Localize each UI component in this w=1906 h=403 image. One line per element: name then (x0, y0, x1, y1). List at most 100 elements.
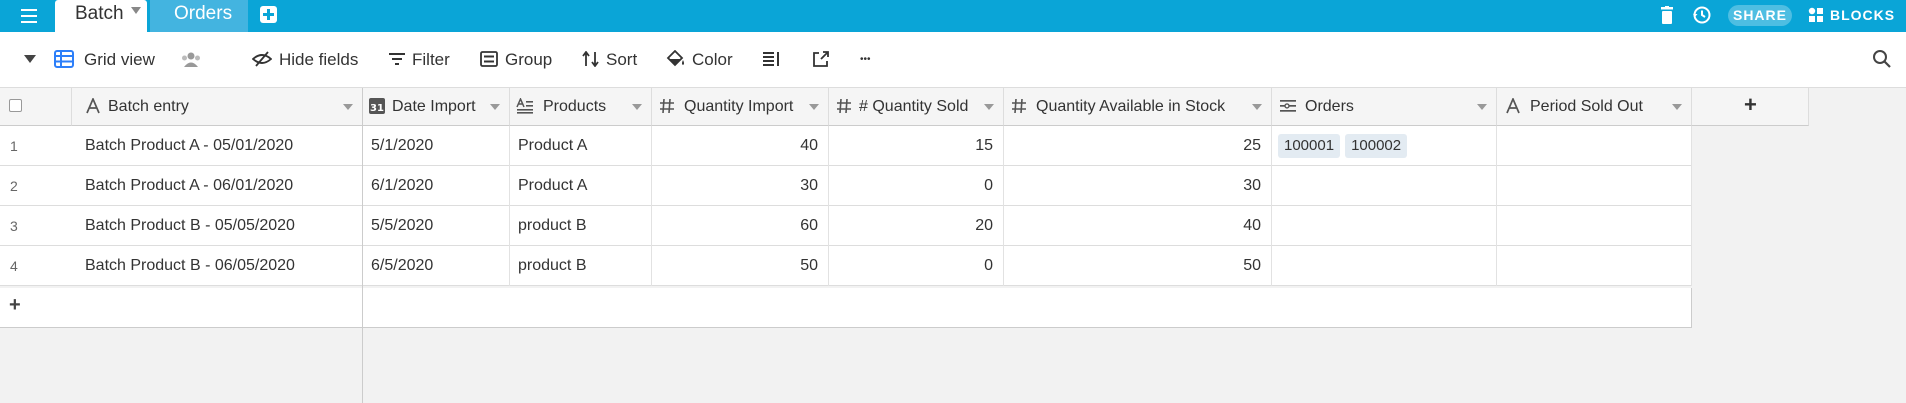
column-header-date-import[interactable]: 31 Date Import (363, 88, 510, 126)
add-record-row-fill[interactable] (363, 288, 1692, 328)
cell-date-import[interactable]: 6/1/2020 (363, 166, 510, 206)
cell-quantity-import[interactable]: 40 (652, 126, 829, 166)
cell-quantity-import[interactable]: 50 (652, 246, 829, 286)
sort-label: Sort (606, 50, 638, 69)
grid: Batch entry 31 Date Import Products Quan… (0, 88, 1906, 403)
collaborators-icon[interactable] (180, 49, 204, 71)
filter-label: Filter (412, 50, 450, 69)
cell-quantity-import[interactable]: 60 (652, 206, 829, 246)
cell-products[interactable]: product B (510, 246, 652, 286)
color-label: Color (692, 50, 733, 69)
more-options-label: ••• (860, 54, 871, 65)
chevron-down-icon[interactable] (1252, 104, 1262, 110)
cell-date-import[interactable]: 5/1/2020 (363, 126, 510, 166)
cell-quantity-sold[interactable]: 0 (829, 166, 1004, 206)
cell-quantity-available[interactable]: 25 (1004, 126, 1272, 166)
cell-quantity-sold[interactable]: 20 (829, 206, 1004, 246)
hamburger-menu-icon[interactable] (18, 6, 40, 26)
cell-date-import[interactable]: 6/5/2020 (363, 246, 510, 286)
add-field-label: + (1744, 92, 1757, 117)
table-row[interactable]: 4 Batch Product B - 06/05/2020 (0, 246, 363, 286)
column-header-period-sold-out[interactable]: Period Sold Out (1497, 88, 1692, 126)
linked-record-chip[interactable]: 100001 (1278, 134, 1341, 158)
cell-orders[interactable]: 100001 100002 (1272, 126, 1497, 166)
row-height-icon[interactable] (762, 49, 782, 71)
cell-period-sold-out[interactable] (1497, 246, 1692, 286)
color-button[interactable]: Color (666, 49, 734, 71)
add-table-icon[interactable] (260, 6, 277, 23)
number-icon (1012, 98, 1026, 114)
cell-batch-entry[interactable]: Batch Product B - 05/05/2020 (77, 206, 363, 246)
table-row[interactable]: 1 Batch Product A - 05/01/2020 (0, 126, 363, 166)
chevron-down-icon[interactable] (343, 104, 353, 110)
cell-quantity-import[interactable]: 30 (652, 166, 829, 206)
cell-batch-entry[interactable]: Batch Product A - 06/01/2020 (77, 166, 363, 206)
cell-quantity-sold[interactable]: 0 (829, 246, 1004, 286)
cell-orders[interactable] (1272, 166, 1497, 206)
cell-products[interactable]: Product A (510, 166, 652, 206)
view-switcher[interactable]: Grid view (54, 49, 174, 71)
cell-batch-entry[interactable]: Batch Product B - 06/05/2020 (77, 246, 363, 286)
share-view-icon[interactable] (812, 49, 832, 71)
link-records-icon (1280, 100, 1296, 112)
chevron-down-icon[interactable] (1477, 104, 1487, 110)
column-header-batch-entry[interactable]: Batch entry (72, 88, 363, 126)
cell-period-sold-out[interactable] (1497, 126, 1692, 166)
add-record-button[interactable]: + (0, 288, 363, 328)
text-field-icon (1506, 98, 1520, 114)
group-button[interactable]: Group (480, 49, 552, 71)
cell-batch-entry[interactable]: Batch Product A - 05/01/2020 (77, 126, 363, 166)
column-label: Products (543, 98, 607, 115)
long-text-icon (516, 98, 533, 114)
table-row-fields: 6/1/2020 Product A 30 0 30 (363, 166, 1692, 206)
tab-orders[interactable]: Orders (150, 0, 248, 32)
filter-button[interactable]: Filter (388, 49, 452, 71)
chevron-down-icon[interactable] (490, 104, 500, 110)
cell-quantity-available[interactable]: 50 (1004, 246, 1272, 286)
table-row[interactable]: 2 Batch Product A - 06/01/2020 (0, 166, 363, 206)
trash-icon[interactable] (1660, 6, 1674, 24)
group-label: Group (505, 50, 553, 69)
search-icon[interactable] (1872, 49, 1894, 71)
row-number: 3 (10, 218, 18, 234)
calendar-icon: 31 (369, 98, 385, 114)
cell-date-import[interactable]: 5/5/2020 (363, 206, 510, 246)
eye-slash-icon (252, 51, 272, 67)
sort-button[interactable]: Sort (582, 49, 642, 71)
cell-orders[interactable] (1272, 246, 1497, 286)
chevron-down-icon[interactable] (1672, 104, 1682, 110)
more-options-button[interactable]: ••• (858, 49, 880, 71)
number-icon (660, 98, 674, 114)
share-button[interactable]: SHARE (1728, 5, 1792, 26)
history-icon[interactable] (1692, 5, 1712, 25)
cell-orders[interactable] (1272, 206, 1497, 246)
cell-period-sold-out[interactable] (1497, 166, 1692, 206)
chevron-down-icon[interactable] (984, 104, 994, 110)
chevron-down-icon[interactable] (809, 104, 819, 110)
column-label: Orders (1305, 98, 1354, 115)
column-header-orders[interactable]: Orders (1272, 88, 1497, 126)
cell-quantity-sold[interactable]: 15 (829, 126, 1004, 166)
sidebar-toggle-icon[interactable] (24, 49, 38, 71)
cell-products[interactable]: Product A (510, 126, 652, 166)
grid-view-icon (54, 50, 74, 68)
linked-record-chip[interactable]: 100002 (1345, 134, 1408, 158)
table-row[interactable]: 3 Batch Product B - 05/05/2020 (0, 206, 363, 246)
chevron-down-icon[interactable] (632, 104, 642, 110)
group-icon (480, 51, 498, 67)
tab-batch[interactable]: Batch (55, 0, 147, 32)
hide-fields-button[interactable]: Hide fields (252, 49, 362, 71)
column-header-quantity-sold[interactable]: # Quantity Sold (829, 88, 1004, 126)
sort-icon (582, 51, 599, 67)
cell-period-sold-out[interactable] (1497, 206, 1692, 246)
add-field-button[interactable]: + (1692, 88, 1809, 126)
column-header-products[interactable]: Products (510, 88, 652, 126)
cell-products[interactable]: product B (510, 206, 652, 246)
select-all-checkbox[interactable] (9, 99, 22, 112)
cell-quantity-available[interactable]: 40 (1004, 206, 1272, 246)
column-header-quantity-available[interactable]: Quantity Available in Stock (1004, 88, 1272, 126)
cell-quantity-available[interactable]: 30 (1004, 166, 1272, 206)
view-bar: Grid view Hide fields Filter Group Sort … (0, 32, 1906, 88)
column-header-quantity-import[interactable]: Quantity Import (652, 88, 829, 126)
chevron-down-icon[interactable] (131, 7, 141, 14)
